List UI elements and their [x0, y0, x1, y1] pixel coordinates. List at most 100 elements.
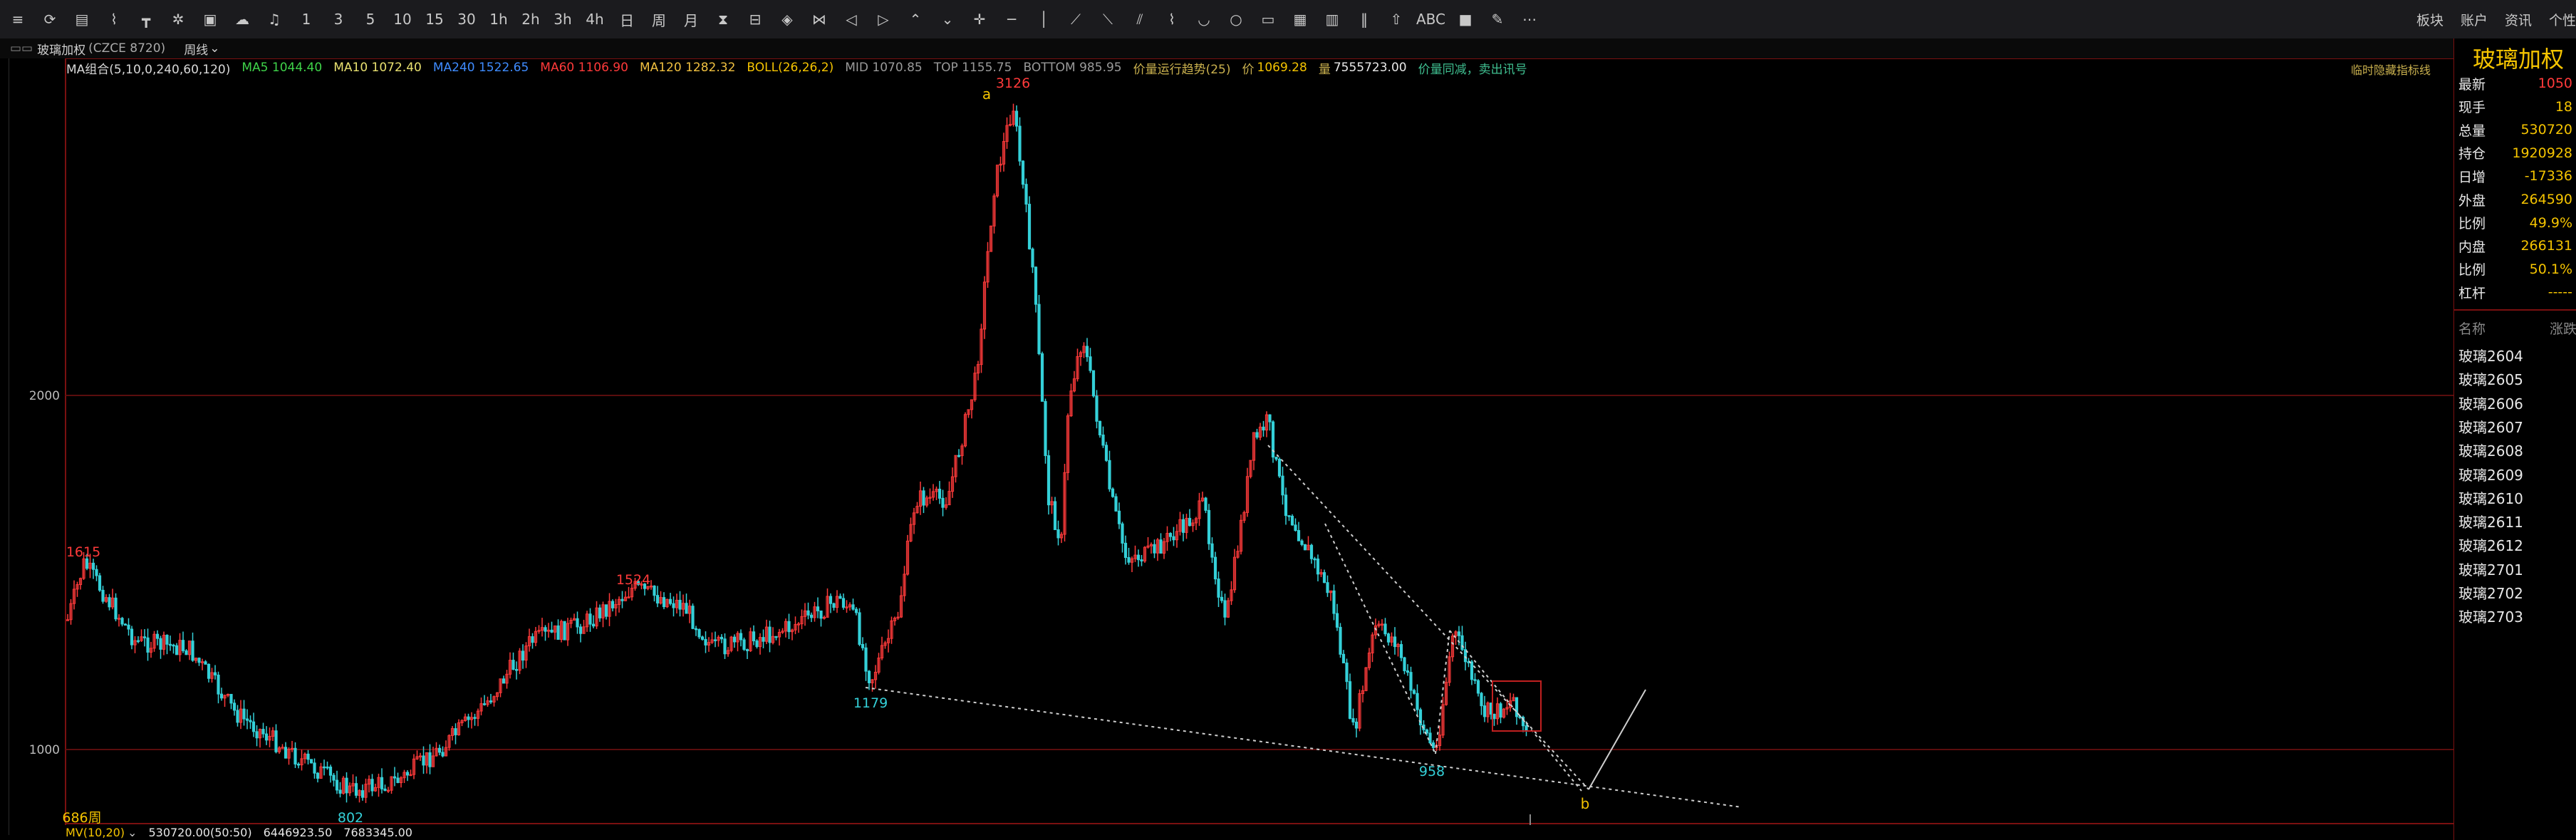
menu-sector[interactable]: 板块	[2416, 10, 2443, 29]
period-selector[interactable]: 周线	[184, 40, 208, 58]
more-icon[interactable]: ⋯	[1517, 7, 1542, 31]
candle-body	[1034, 266, 1038, 305]
table-icon[interactable]: ▤	[70, 7, 94, 31]
gann-icon[interactable]: ▥	[1320, 7, 1344, 31]
candlestick-icon[interactable]: ┳	[134, 7, 158, 31]
candles	[66, 103, 1528, 804]
candle-body	[662, 597, 666, 608]
chevron-down-icon[interactable]: ⌄	[209, 41, 219, 56]
quote-row: 比例 50.1%	[2458, 258, 2572, 281]
instrument-title[interactable]: 玻璃加权	[37, 40, 85, 58]
ray-icon[interactable]: ⟋	[1064, 7, 1088, 31]
candle-body	[1294, 524, 1297, 532]
eraser-icon[interactable]: ✎	[1485, 7, 1510, 31]
price-chart[interactable]: 2000 1000 a 3126 1615 1524 1179 958 802 …	[0, 58, 2453, 840]
segment-icon[interactable]: ⟍	[1096, 7, 1120, 31]
candle-body	[1428, 732, 1432, 744]
arc-icon[interactable]: ◡	[1192, 7, 1216, 31]
polyline-icon[interactable]: ⌇	[1160, 7, 1184, 31]
period-30[interactable]: 30	[455, 7, 479, 31]
candle-body	[207, 663, 211, 679]
candle-body	[396, 777, 400, 784]
eye-icon[interactable]: ◈	[775, 7, 799, 31]
line-chart-icon[interactable]: ⌇	[102, 7, 126, 31]
zoom-in-icon[interactable]: ⌃	[903, 7, 928, 31]
legend-boll[interactable]: BOLL(26,26,2)	[747, 61, 833, 75]
crosshair-icon[interactable]: ✛	[967, 7, 992, 31]
auto-icon[interactable]: ⊟	[743, 7, 767, 31]
menu-personal[interactable]: 个性	[2549, 10, 2576, 29]
parallel-icon[interactable]: ⫽	[1128, 7, 1152, 31]
contract-item[interactable]: 玻璃2702	[2458, 582, 2523, 603]
period-day[interactable]: 日	[615, 7, 639, 31]
period-1h[interactable]: 1h	[487, 7, 511, 31]
bell-icon[interactable]: ♫	[262, 7, 286, 31]
quote-row: 现手 18	[2458, 95, 2572, 118]
candle-body	[1220, 596, 1224, 601]
period-10[interactable]: 10	[390, 7, 415, 31]
hide-indicators-link[interactable]: 临时隐藏指标线	[2351, 61, 2431, 78]
save-icon[interactable]: ▣	[198, 7, 222, 31]
candle-body	[678, 599, 682, 610]
candle-body	[655, 595, 660, 604]
contract-item[interactable]: 玻璃2607	[2458, 416, 2523, 437]
period-15[interactable]: 15	[422, 7, 447, 31]
fib-icon[interactable]: ▦	[1288, 7, 1312, 31]
candle-body	[521, 650, 525, 661]
contract-item[interactable]: 玻璃2608	[2458, 440, 2523, 460]
contract-item[interactable]: 玻璃2610	[2458, 487, 2523, 508]
menu-account[interactable]: 账户	[2461, 10, 2488, 29]
rectangle-icon[interactable]: ▭	[1256, 7, 1280, 31]
contract-item[interactable]: 玻璃2606	[2458, 393, 2523, 413]
legend-trend[interactable]: 价量运行趋势(25)	[1133, 59, 1231, 77]
indicator-icon[interactable]: ✲	[166, 7, 190, 31]
candle-body	[1492, 713, 1496, 720]
contract-item[interactable]: 玻璃2612	[2458, 534, 2523, 555]
contract-item[interactable]: 玻璃2701	[2458, 559, 2523, 579]
trendline-leg-2	[1449, 630, 1582, 792]
circle-icon[interactable]: ○	[1224, 7, 1248, 31]
candle-body	[123, 623, 128, 626]
contract-item[interactable]: 玻璃2604	[2458, 345, 2523, 365]
candle-body	[120, 618, 124, 625]
menu-icon[interactable]: ≡	[6, 7, 30, 31]
contract-item[interactable]: 玻璃2611	[2458, 511, 2523, 532]
vertical-line-icon[interactable]: │	[1032, 7, 1056, 31]
name-column-header[interactable]: 名称	[2458, 318, 2486, 338]
contract-item[interactable]: 玻璃2703	[2458, 606, 2523, 626]
fill-icon[interactable]: ■	[1453, 7, 1477, 31]
period-3h[interactable]: 3h	[551, 7, 575, 31]
period-week[interactable]: 周	[647, 7, 671, 31]
period-1[interactable]: 1	[294, 7, 318, 31]
mv-label[interactable]: MV(10,20)	[66, 826, 125, 839]
contract-item[interactable]: 玻璃2609	[2458, 464, 2523, 484]
bars-icon[interactable]: ‖	[1352, 7, 1376, 31]
bowtie-icon[interactable]: ⋈	[807, 7, 831, 31]
refresh-icon[interactable]: ⟳	[38, 7, 62, 31]
candle-body	[1409, 672, 1413, 691]
back-icon[interactable]: ◁	[839, 7, 863, 31]
chevron-down-icon[interactable]: ⌄	[128, 826, 137, 839]
period-3[interactable]: 3	[326, 7, 350, 31]
sync-icon[interactable]: ☁	[230, 7, 254, 31]
legend-ma-group[interactable]: MA组合(5,10,0,240,60,120)	[66, 59, 230, 77]
period-month[interactable]: 月	[679, 7, 703, 31]
menu-news[interactable]: 资讯	[2505, 10, 2532, 29]
zoom-out-icon[interactable]: ⌄	[935, 7, 960, 31]
period-5[interactable]: 5	[358, 7, 383, 31]
horizontal-line-icon[interactable]: ─	[999, 7, 1024, 31]
candle-body	[345, 777, 348, 794]
period-2h[interactable]: 2h	[519, 7, 543, 31]
text-tool-icon[interactable]: ABC	[1416, 7, 1445, 31]
candle-body	[704, 638, 707, 645]
arrow-up-icon[interactable]: ⇧	[1384, 7, 1408, 31]
candle-body	[309, 759, 313, 764]
candle-body	[1223, 600, 1227, 618]
quote-label: 总量	[2458, 123, 2486, 139]
forward-icon[interactable]: ▷	[871, 7, 895, 31]
candle-style-icon[interactable]: ⧗	[711, 7, 735, 31]
period-4h[interactable]: 4h	[583, 7, 607, 31]
contract-item[interactable]: 玻璃2605	[2458, 368, 2523, 389]
window-icon[interactable]: ▭▭	[10, 41, 33, 56]
change-column-header[interactable]: 涨跌	[2550, 318, 2576, 338]
